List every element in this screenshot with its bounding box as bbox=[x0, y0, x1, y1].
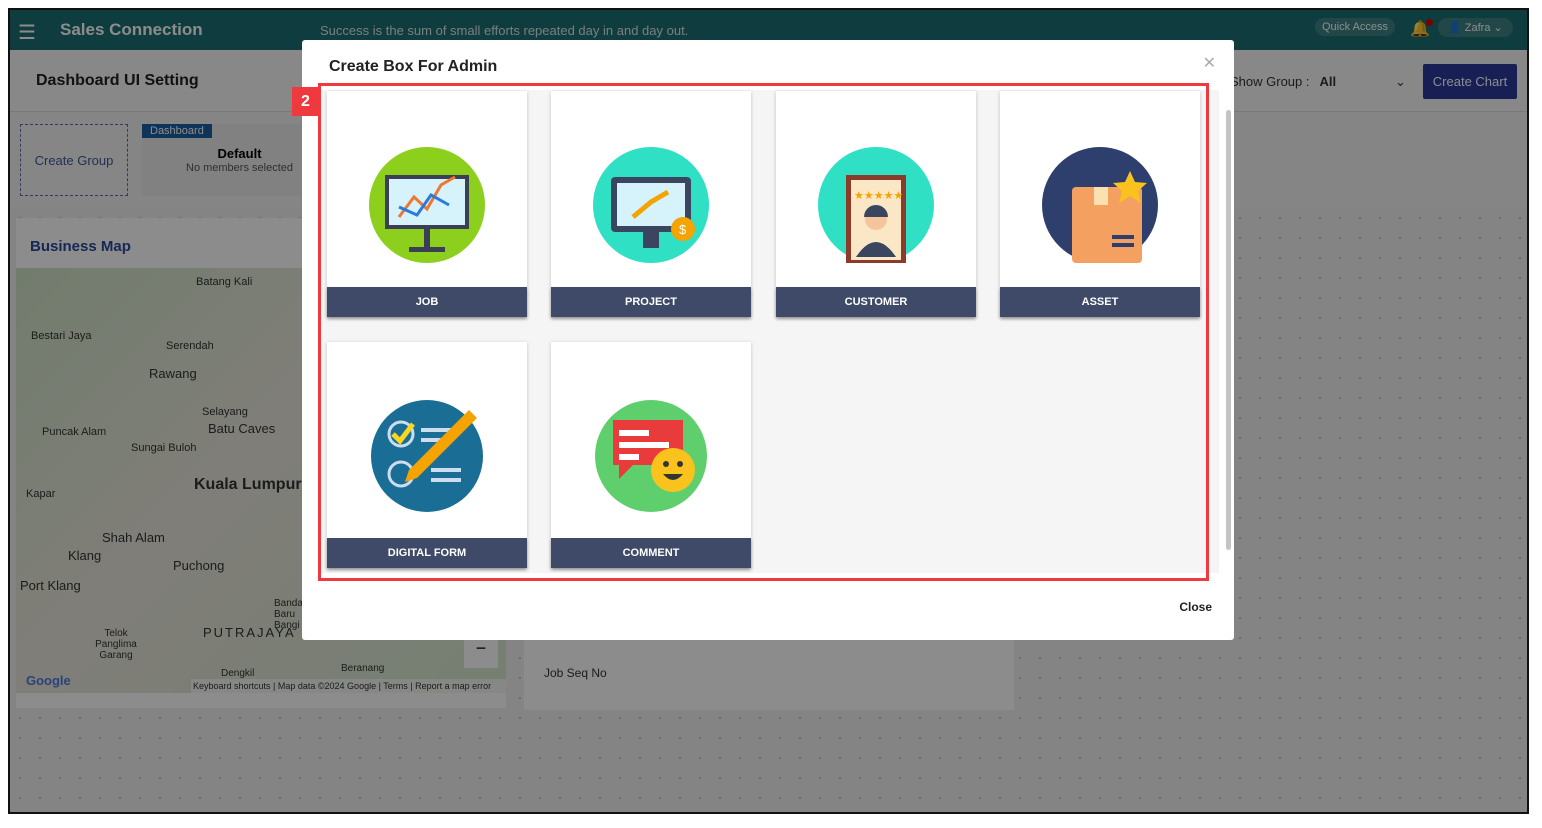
chat-emoji-icon bbox=[595, 400, 707, 512]
modal-title: Create Box For Admin bbox=[329, 58, 498, 75]
asset-box-icon bbox=[1042, 147, 1158, 263]
modal-scrollbar[interactable] bbox=[1226, 110, 1231, 550]
box-option-digital-form[interactable]: DIGITAL FORM bbox=[327, 342, 527, 568]
box-option-label: COMMENT bbox=[551, 538, 751, 568]
box-option-label: CUSTOMER bbox=[776, 287, 976, 317]
monitor-growth-icon: $ bbox=[593, 147, 709, 263]
box-option-label: ASSET bbox=[1000, 287, 1200, 317]
create-box-modal: Create Box For Admin ✕ JOB $ PROJECT ★★★… bbox=[302, 40, 1234, 640]
box-option-label: JOB bbox=[327, 287, 527, 317]
customer-rating-icon: ★★★★★ bbox=[818, 147, 934, 263]
close-button[interactable]: Close bbox=[1179, 600, 1212, 614]
checklist-pencil-icon bbox=[371, 400, 483, 512]
box-options-grid: JOB $ PROJECT ★★★★★ CUSTOMER ASSET DIGIT… bbox=[321, 90, 1219, 573]
presentation-chart-icon bbox=[369, 147, 485, 263]
box-option-job[interactable]: JOB bbox=[327, 91, 527, 317]
box-option-label: DIGITAL FORM bbox=[327, 538, 527, 568]
svg-text:$: $ bbox=[679, 222, 687, 237]
box-option-customer[interactable]: ★★★★★ CUSTOMER bbox=[776, 91, 976, 317]
box-option-label: PROJECT bbox=[551, 287, 751, 317]
box-option-comment[interactable]: COMMENT bbox=[551, 342, 751, 568]
annotation-badge: 2 bbox=[292, 87, 319, 116]
close-icon[interactable]: ✕ bbox=[1203, 53, 1216, 73]
box-option-project[interactable]: $ PROJECT bbox=[551, 91, 751, 317]
box-option-asset[interactable]: ASSET bbox=[1000, 91, 1200, 317]
svg-text:★★★★★: ★★★★★ bbox=[854, 189, 903, 202]
